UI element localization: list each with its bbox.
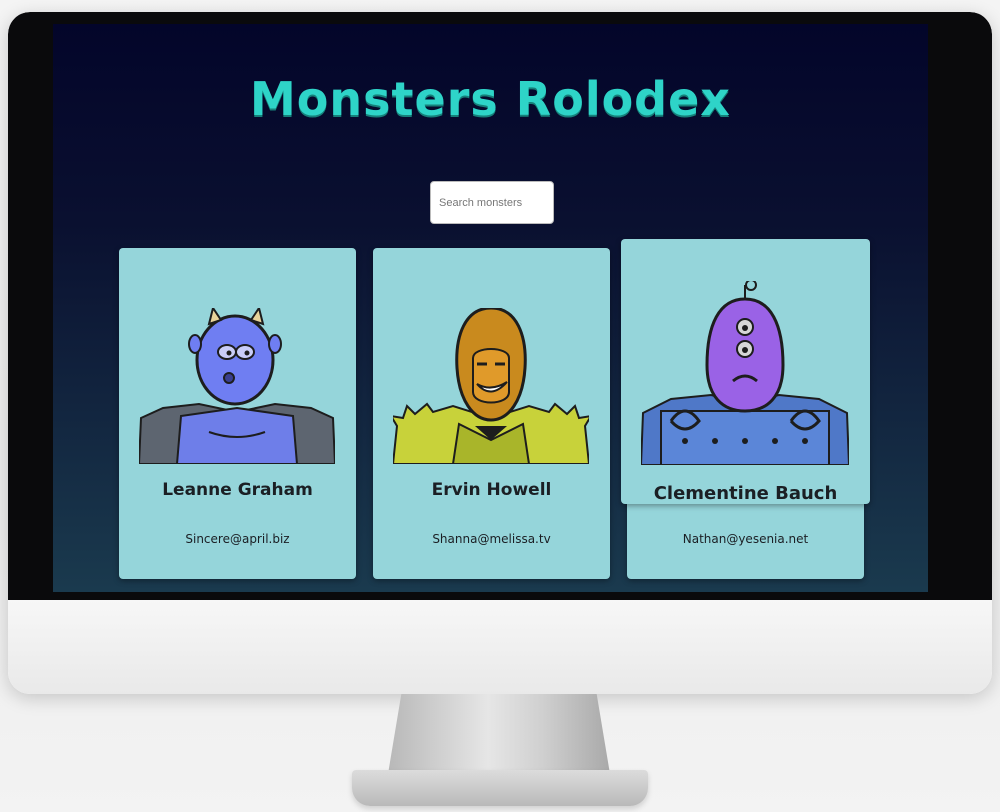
monster-email: Shanna@melissa.tv: [432, 532, 551, 546]
monster-card[interactable]: Clementine Bauch: [621, 239, 870, 504]
monitor-stand: [388, 694, 610, 774]
monster-card[interactable]: Leanne Graham Sincere@april.biz: [119, 248, 356, 579]
app-title: Monsters Rolodex: [250, 72, 731, 126]
monitor-stand-base: [352, 770, 648, 806]
monster-portrait: [139, 308, 335, 464]
monitor-chin: [8, 600, 992, 694]
monster-card[interactable]: Ervin Howell Shanna@melissa.tv: [373, 248, 610, 579]
monster-name: Clementine Bauch: [653, 483, 838, 504]
monster-email: Sincere@april.biz: [185, 532, 290, 546]
app-screen: Monsters Rolodex Search monsters Leanne …: [53, 24, 928, 592]
monster-name: Leanne Graham: [162, 480, 313, 500]
monster-name: Ervin Howell: [431, 480, 552, 500]
search-input[interactable]: [430, 181, 554, 224]
monitor: Monsters Rolodex Search monsters Leanne …: [8, 12, 992, 694]
monitor-bezel: Monsters Rolodex Search monsters Leanne …: [8, 12, 992, 600]
monster-email: Nathan@yesenia.net: [682, 532, 809, 546]
monster-portrait: [641, 281, 849, 465]
monster-portrait: [393, 308, 589, 464]
